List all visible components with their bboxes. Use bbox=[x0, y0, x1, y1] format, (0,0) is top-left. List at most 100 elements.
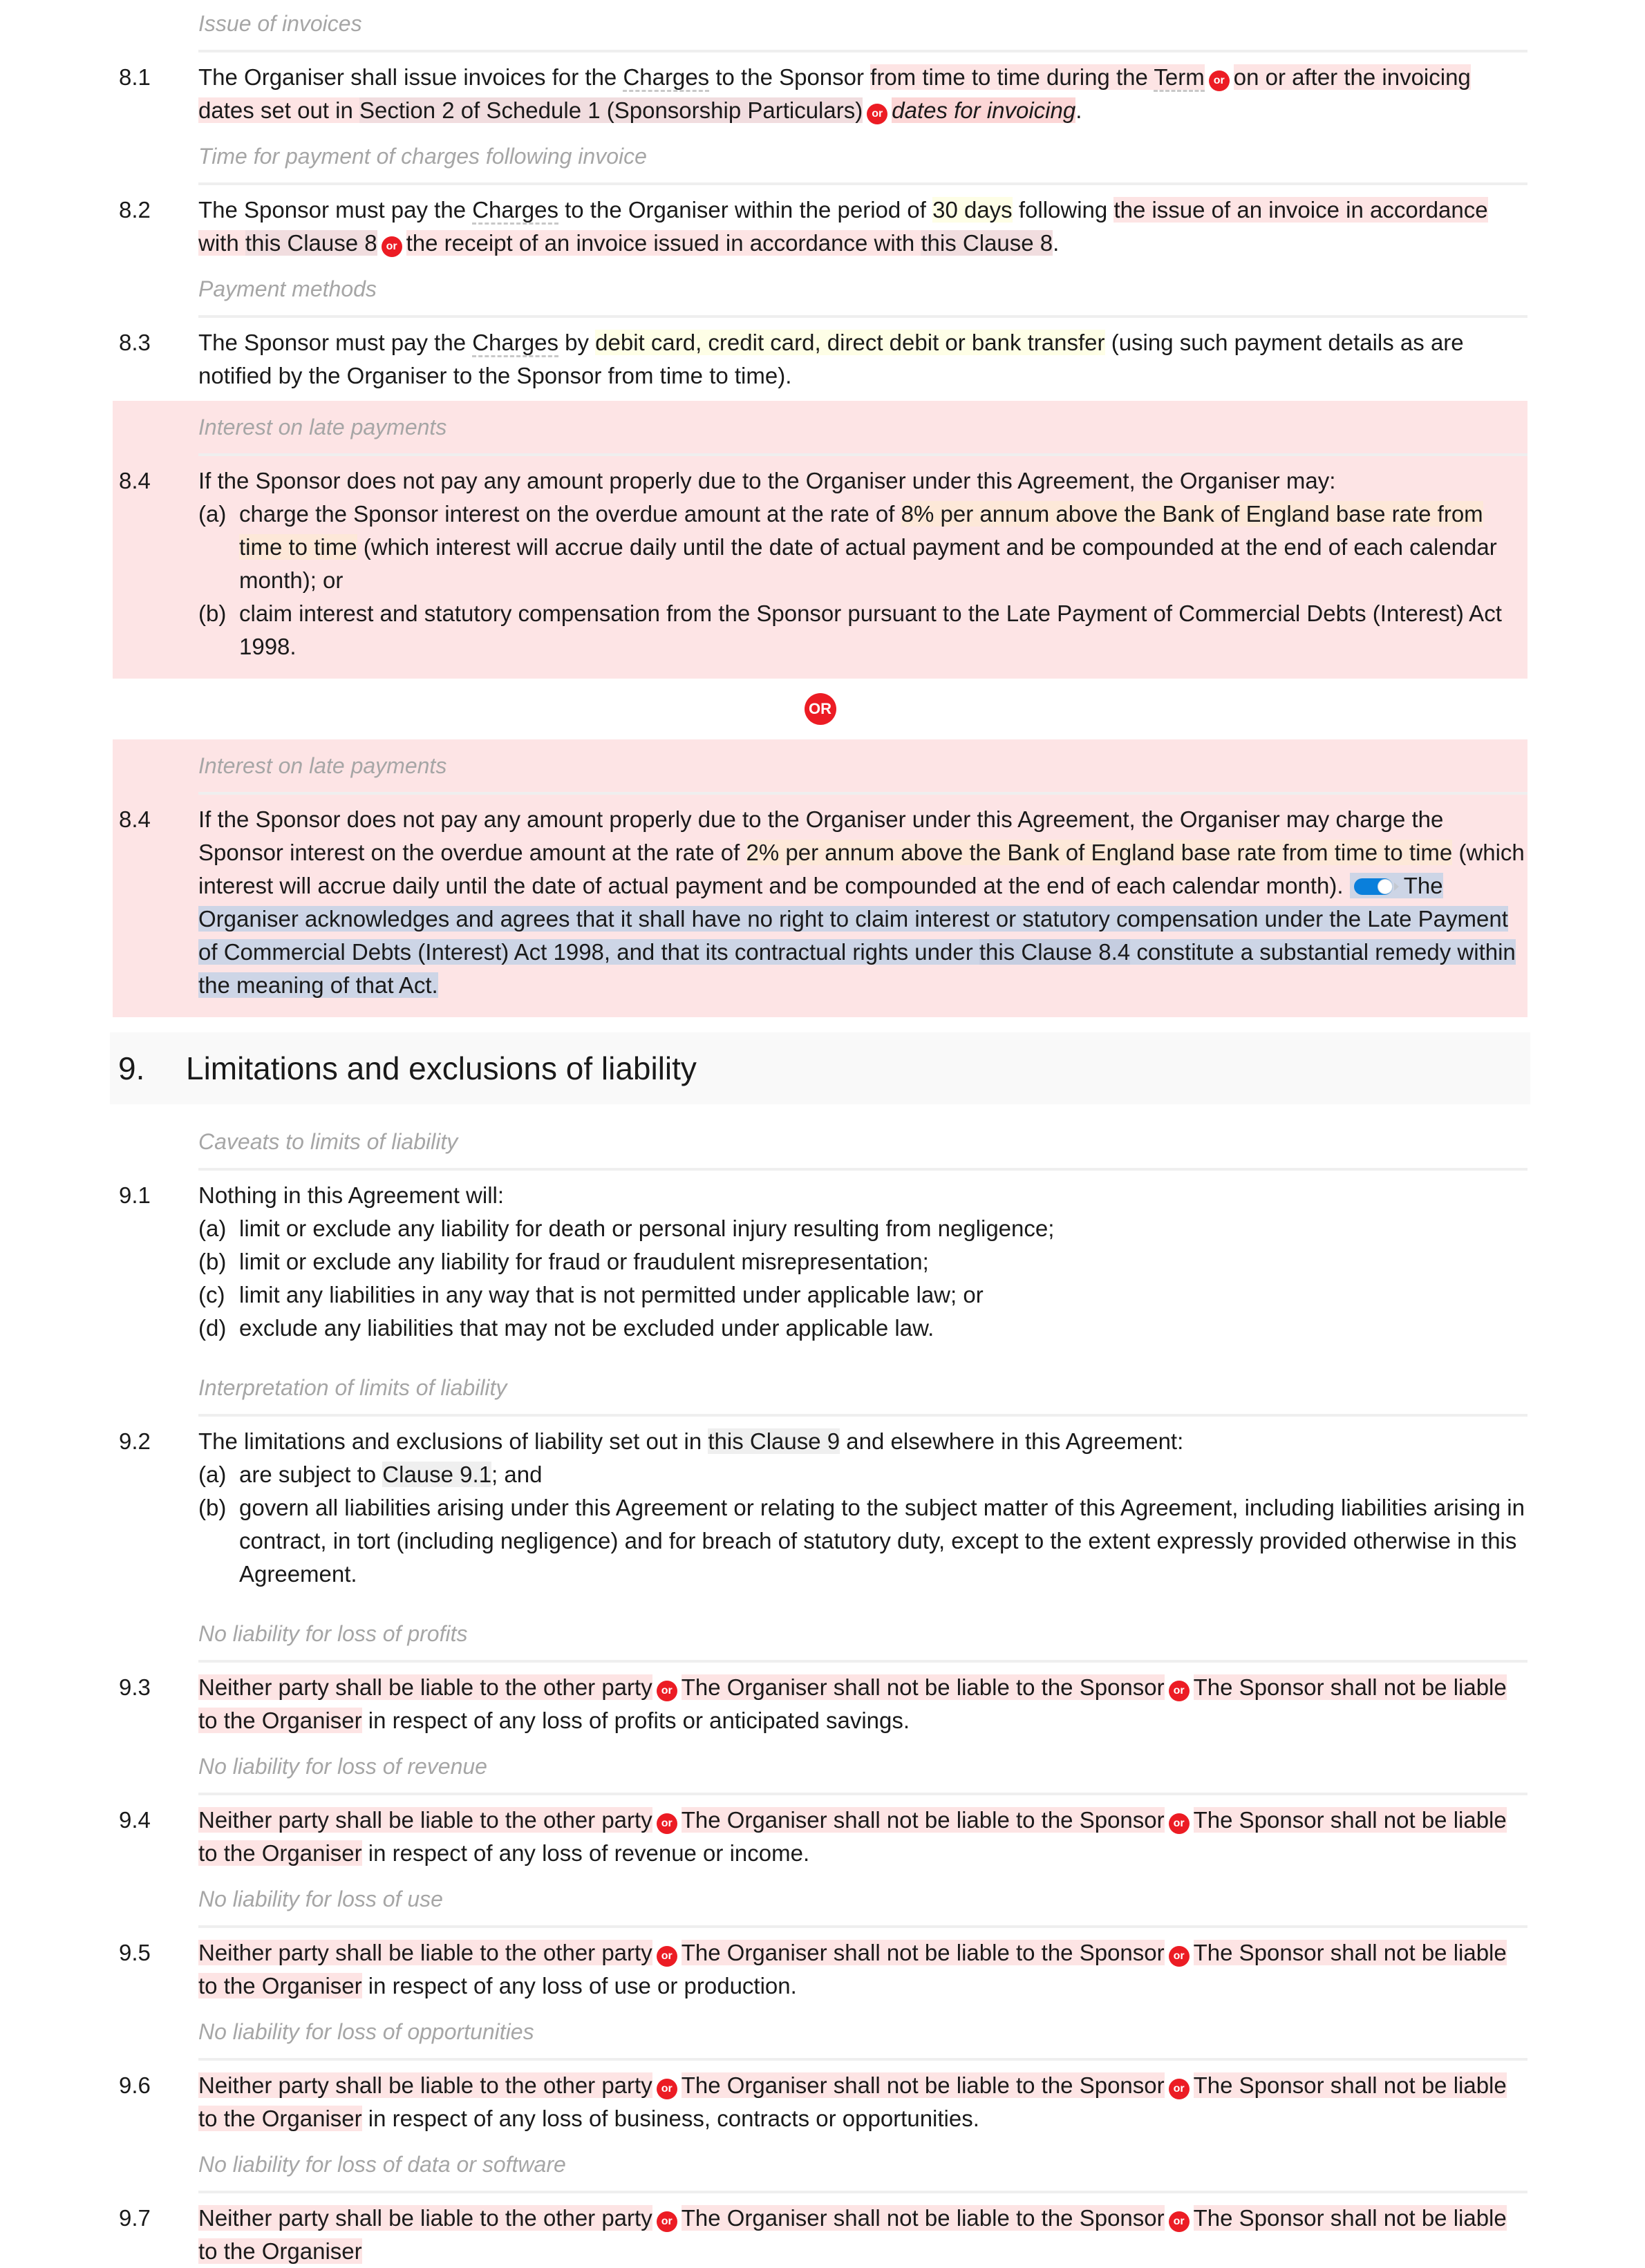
option-2[interactable]: the receipt of an invoice issued in acco… bbox=[406, 230, 1053, 256]
heading-rule bbox=[198, 1168, 1528, 1171]
clause-8-4: 8.4 If the Sponsor does not pay any amou… bbox=[113, 803, 1528, 1002]
clause-text: by bbox=[558, 330, 596, 355]
heading-rule bbox=[198, 315, 1528, 318]
clause-number: 9.1 bbox=[119, 1182, 151, 1208]
clause-heading: No liability for loss of profits bbox=[113, 1618, 1528, 1663]
clause-heading: No liability for loss of data or softwar… bbox=[113, 2149, 1528, 2193]
clause-number: 9.6 bbox=[119, 2072, 151, 2098]
section-title: Limitations and exclusions of liability bbox=[186, 1050, 697, 1086]
heading-rule bbox=[198, 1414, 1528, 1417]
option-3[interactable]: dates for invoicing bbox=[892, 97, 1076, 123]
heading-text: No liability for loss of profits bbox=[198, 1621, 468, 1646]
or-badge-icon[interactable]: or bbox=[656, 2211, 677, 2232]
subclause-a: (a) charge the Sponsor interest on the o… bbox=[198, 498, 1528, 597]
option-organiser[interactable]: The Organiser shall not be liable to the… bbox=[681, 1940, 1165, 1965]
subclause-label: (b) bbox=[198, 1249, 227, 1274]
heading-text: No liability for loss of use bbox=[198, 1887, 443, 1911]
cross-reference[interactable]: Section 2 of Schedule 1 (Sponsorship Par… bbox=[359, 97, 863, 123]
heading-rule bbox=[198, 182, 1528, 185]
clause-number: 9.5 bbox=[119, 1940, 151, 1965]
clause-9-2: 9.2 The limitations and exclusions of li… bbox=[113, 1425, 1528, 1591]
clause-text: to the Sponsor bbox=[709, 64, 871, 90]
or-badge-icon[interactable]: or bbox=[381, 236, 402, 257]
or-badge-icon[interactable]: or bbox=[1168, 1813, 1190, 1834]
clause-text: The Sponsor must pay the bbox=[198, 330, 473, 355]
cross-reference[interactable]: this Clause 8.4 bbox=[979, 939, 1131, 965]
clause-heading: Interest on late payments bbox=[113, 412, 1528, 456]
heading-rule bbox=[198, 1660, 1528, 1663]
subclause-a: (a) limit or exclude any liability for de… bbox=[198, 1212, 1528, 1245]
clause-text: (which interest will accrue daily until … bbox=[239, 534, 1497, 593]
defined-term-charges[interactable]: Charges bbox=[472, 197, 558, 225]
or-badge-icon[interactable]: or bbox=[1168, 1946, 1190, 1967]
cross-reference[interactable]: this Clause 8 bbox=[921, 230, 1053, 256]
clause-number: 9.2 bbox=[119, 1428, 151, 1454]
heading-rule bbox=[198, 50, 1528, 53]
clause-9-6: 9.6 Neither party shall be liable to the… bbox=[113, 2069, 1528, 2135]
or-badge-icon[interactable]: or bbox=[1208, 70, 1230, 91]
or-badge-icon[interactable]: or bbox=[656, 1946, 677, 1967]
or-badge-icon[interactable]: or bbox=[1168, 2211, 1190, 2232]
heading-rule bbox=[198, 1925, 1528, 1928]
clause-text: limit any liabilities in any way that is… bbox=[239, 1282, 984, 1307]
option-neither-party[interactable]: Neither party shall be liable to the oth… bbox=[198, 1807, 652, 1833]
heading-rule bbox=[198, 2058, 1528, 2061]
or-badge-icon[interactable]: or bbox=[1168, 2079, 1190, 2099]
or-badge-icon[interactable]: or bbox=[1168, 1681, 1190, 1701]
defined-term-charges[interactable]: Charges bbox=[472, 330, 558, 357]
or-badge-icon[interactable]: or bbox=[656, 2079, 677, 2099]
subclause-b: (b) claim interest and statutory compens… bbox=[198, 597, 1528, 663]
clause-intro: The limitations and exclusions of liabil… bbox=[198, 1428, 1184, 1454]
subclause-label: (a) bbox=[198, 1462, 227, 1487]
defined-term-charges[interactable]: Charges bbox=[623, 64, 710, 92]
option-neither-party[interactable]: Neither party shall be liable to the oth… bbox=[198, 2205, 652, 2231]
clause-text: in respect of any loss of business, cont… bbox=[361, 2106, 979, 2131]
clause-9-4: 9.4 Neither party shall be liable to the… bbox=[113, 1804, 1528, 1870]
section-number: 9. bbox=[118, 1050, 145, 1086]
or-badge-icon[interactable]: or bbox=[867, 104, 888, 124]
subclause-label: (b) bbox=[198, 1495, 227, 1520]
optional-clause-8-4-a[interactable]: Interest on late payments 8.4 If the Spo… bbox=[113, 401, 1528, 679]
subclause-label: (a) bbox=[198, 1216, 227, 1241]
heading-text: Interest on late payments bbox=[198, 753, 447, 778]
defined-term-term[interactable]: Term bbox=[1154, 64, 1205, 92]
clause-8-1: 8.1 The Organiser shall issue invoices f… bbox=[113, 61, 1528, 127]
clause-heading: Interest on late payments bbox=[113, 750, 1528, 795]
variable-payment-methods[interactable]: debit card, credit card, direct debit or… bbox=[595, 330, 1105, 355]
cross-reference[interactable]: this Clause 9 bbox=[708, 1428, 840, 1454]
clause-heading: Caveats to limits of liability bbox=[113, 1126, 1528, 1171]
or-badge-icon[interactable]: or bbox=[656, 1681, 677, 1701]
option-neither-party[interactable]: Neither party shall be liable to the oth… bbox=[198, 2072, 652, 2098]
caret-right-icon bbox=[1393, 882, 1399, 891]
clause-text: in respect of any loss of revenue or inc… bbox=[361, 1840, 810, 1866]
or-badge-icon[interactable]: or bbox=[656, 1813, 677, 1834]
heading-rule bbox=[198, 792, 1528, 795]
heading-text: No liability for loss of data or softwar… bbox=[198, 2152, 566, 2177]
option-organiser[interactable]: The Organiser shall not be liable to the… bbox=[681, 2072, 1165, 2098]
optional-clause-8-4-b[interactable]: Interest on late payments 8.4 If the Spo… bbox=[113, 739, 1528, 1017]
clause-text: . bbox=[1075, 97, 1082, 123]
clause-text: Nothing in this Agreement will: bbox=[198, 1182, 505, 1208]
clause-text: charge the Sponsor interest on the overd… bbox=[239, 501, 901, 527]
toggle-switch[interactable] bbox=[1353, 877, 1399, 896]
heading-text: Interpretation of limits of liability bbox=[198, 1375, 507, 1400]
option-organiser[interactable]: The Organiser shall not be liable to the… bbox=[681, 2205, 1165, 2231]
variable-payment-period[interactable]: 30 days bbox=[932, 197, 1013, 223]
or-badge-icon[interactable]: OR bbox=[804, 693, 836, 725]
option-1[interactable]: from time to time during the Term bbox=[870, 64, 1205, 92]
section-heading: 9. Limitations and exclusions of liabili… bbox=[110, 1032, 1530, 1104]
option-neither-party[interactable]: Neither party shall be liable to the oth… bbox=[198, 1940, 652, 1965]
document-page: Issue of invoices 8.1 The Organiser shal… bbox=[110, 0, 1530, 2268]
option-organiser[interactable]: The Organiser shall not be liable to the… bbox=[681, 1807, 1165, 1833]
cross-reference[interactable]: Clause 9.1 bbox=[382, 1462, 492, 1487]
clause-text: limit or exclude any liability for fraud… bbox=[239, 1249, 929, 1274]
option-neither-party[interactable]: Neither party shall be liable to the oth… bbox=[198, 1674, 652, 1700]
clause-text: limit or exclude any liability for death… bbox=[239, 1216, 1055, 1241]
cross-reference[interactable]: this Clause 8 bbox=[245, 230, 377, 256]
heading-text: No liability for loss of revenue bbox=[198, 1754, 487, 1779]
clause-9-3: 9.3 Neither party shall be liable to the… bbox=[113, 1671, 1528, 1737]
clause-text: in respect of any loss of use or product… bbox=[361, 1973, 797, 1998]
variable-interest-rate[interactable]: 2% per annum above the Bank of England b… bbox=[746, 840, 1453, 865]
option-organiser[interactable]: The Organiser shall not be liable to the… bbox=[681, 1674, 1165, 1700]
clause-heading: No liability for loss of revenue bbox=[113, 1751, 1528, 1795]
